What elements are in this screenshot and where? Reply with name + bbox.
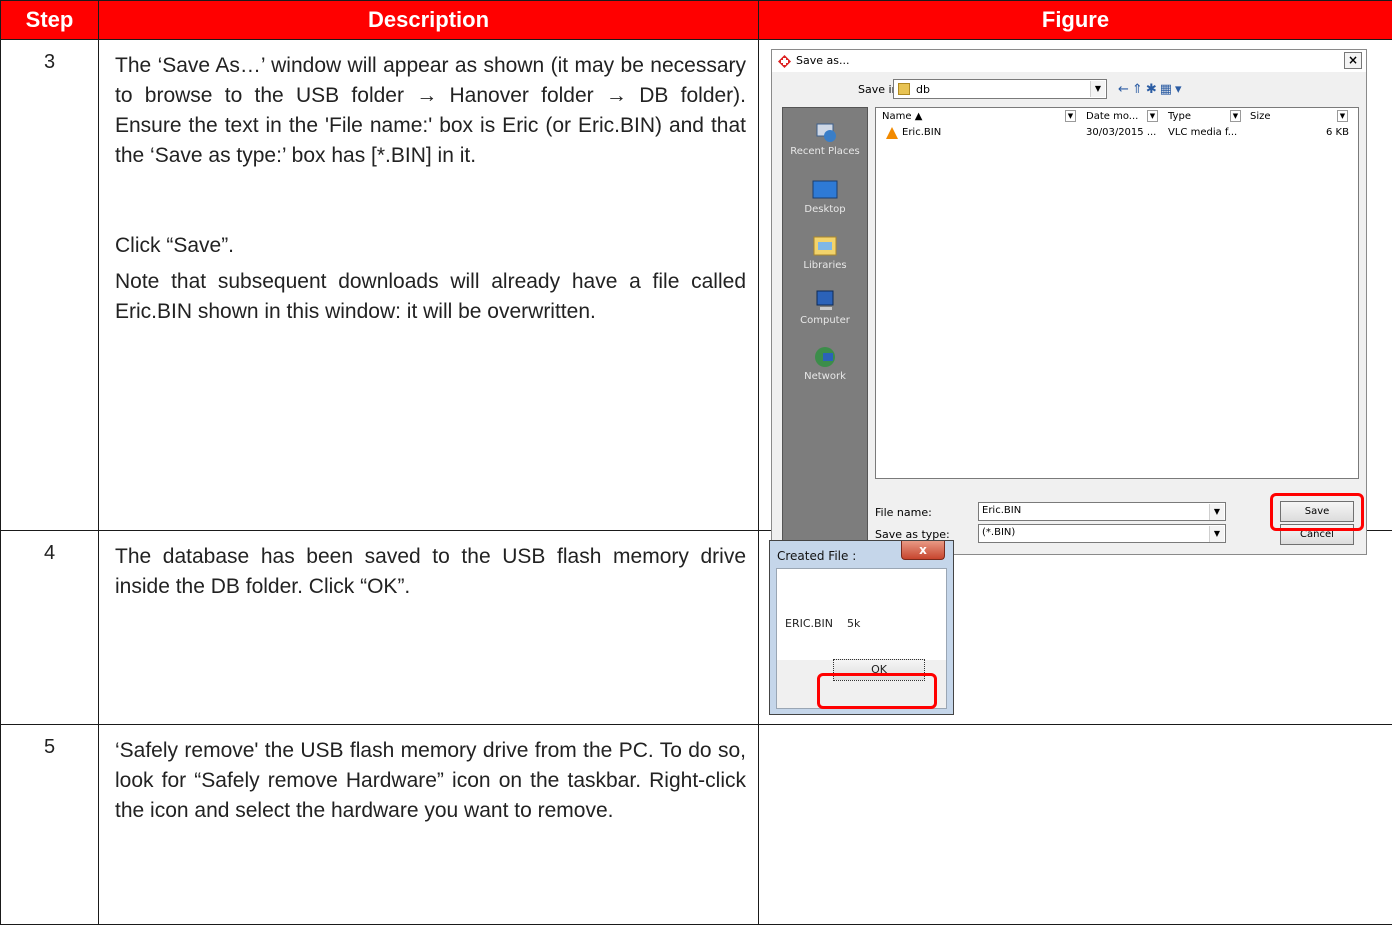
network-icon <box>815 347 835 367</box>
places-bar: Recent Places Desktop Libraries Computer <box>782 107 868 544</box>
message-area: ERIC.BIN 5k <box>777 569 946 660</box>
file-list: Name ▲ ▼ Date mo... ▼ Type ▼ Size ▼ Eric… <box>875 107 1359 479</box>
vlc-file-icon <box>886 127 898 139</box>
step-number: 3 <box>0 39 99 531</box>
save-in-value: db <box>916 83 930 96</box>
recent-places-icon <box>816 123 836 142</box>
column-header-size[interactable]: Size <box>1250 111 1271 122</box>
table-row-step-4: 4 The database has been saved to the USB… <box>0 530 1392 725</box>
step-number: 4 <box>0 530 99 725</box>
chevron-down-icon[interactable]: ▼ <box>1090 81 1105 97</box>
place-network[interactable]: Network <box>783 345 867 382</box>
close-button[interactable]: × <box>1344 52 1362 69</box>
place-label: Libraries <box>803 260 847 271</box>
column-dropdown[interactable]: ▼ <box>1065 110 1076 122</box>
file-type: VLC media f... <box>1168 127 1238 138</box>
place-label: Desktop <box>804 204 846 215</box>
column-header-type[interactable]: Type <box>1168 111 1191 122</box>
column-label: Name <box>882 111 912 122</box>
file-name-field[interactable]: Eric.BIN ▼ <box>978 502 1226 521</box>
close-button[interactable]: x <box>901 541 945 560</box>
header-figure: Figure <box>758 0 1392 40</box>
header-description: Description <box>98 0 759 40</box>
description-paragraph: ‘Safely remove' the USB flash memory dri… <box>115 739 746 822</box>
column-dropdown[interactable]: ▼ <box>1230 110 1241 122</box>
place-desktop[interactable]: Desktop <box>783 178 867 215</box>
file-date: 30/03/2015 ... <box>1086 127 1157 138</box>
folder-icon <box>898 83 910 95</box>
figure-cell-empty <box>758 724 1392 925</box>
file-name: Eric.BIN <box>902 127 942 138</box>
description-paragraph: The database has been saved to the USB f… <box>115 545 746 598</box>
ok-highlight <box>817 673 937 709</box>
created-file-title: Created File : <box>777 549 857 563</box>
file-name-label: File name: <box>875 506 932 519</box>
description-paragraph: Click “Save”. <box>115 234 235 257</box>
file-name-value: Eric.BIN <box>982 505 1022 516</box>
header-step: Step <box>0 0 99 40</box>
folder-toolbar: ←⇑✱▦▾ <box>1118 82 1185 97</box>
description-paragraph: Note that subsequent downloads will alre… <box>115 270 746 323</box>
save-as-titlebar: Save as... × <box>772 50 1366 72</box>
new-folder-icon[interactable]: ✱ <box>1146 82 1160 97</box>
place-label: Recent Places <box>790 146 860 157</box>
column-header-name[interactable]: Name ▲ <box>882 111 922 122</box>
computer-icon <box>816 290 834 310</box>
step-description: The database has been saved to the USB f… <box>98 530 759 725</box>
save-in-dropdown[interactable]: db ▼ <box>893 79 1107 99</box>
back-icon[interactable]: ← <box>1118 82 1132 97</box>
column-header-date[interactable]: Date mo... <box>1086 111 1138 122</box>
description-paragraph: The ‘Save As…’ window will appear as sho… <box>115 54 746 167</box>
created-file-message: ERIC.BIN 5k <box>785 617 861 630</box>
libraries-icon <box>813 236 837 256</box>
save-as-window: Save as... × Save in: db ▼ ←⇑✱▦▾ Recent … <box>771 49 1367 555</box>
figure-cell: Save as... × Save in: db ▼ ←⇑✱▦▾ Recent … <box>758 39 1392 555</box>
place-label: Computer <box>800 315 850 326</box>
up-folder-icon[interactable]: ⇑ <box>1132 82 1146 97</box>
steps-table: Step Description Figure 3 The ‘Save As…’… <box>0 0 1392 925</box>
view-menu-icon[interactable]: ▦▾ <box>1160 82 1185 97</box>
app-icon <box>778 55 791 68</box>
file-size: 6 KB <box>1326 127 1349 138</box>
place-label: Network <box>804 371 846 382</box>
place-recent[interactable]: Recent Places <box>783 120 867 157</box>
chevron-down-icon[interactable]: ▼ <box>1209 504 1224 520</box>
place-computer[interactable]: Computer <box>783 289 867 326</box>
desktop-icon <box>812 180 838 199</box>
table-row-step-3: 3 The ‘Save As…’ window will appear as s… <box>0 39 1392 555</box>
place-libraries[interactable]: Libraries <box>783 234 867 271</box>
step-description: The ‘Save As…’ window will appear as sho… <box>98 39 759 531</box>
step-description: ‘Safely remove' the USB flash memory dri… <box>98 724 759 925</box>
step-number: 5 <box>0 724 99 925</box>
figure-cell: Created File : x ERIC.BIN 5k OK <box>758 530 1392 725</box>
column-dropdown[interactable]: ▼ <box>1337 110 1348 122</box>
table-header-row: Step Description Figure <box>0 0 1392 40</box>
save-as-title: Save as... <box>796 54 850 67</box>
column-dropdown[interactable]: ▼ <box>1147 110 1158 122</box>
table-row-step-5: 5 ‘Safely remove' the USB flash memory d… <box>0 724 1392 925</box>
save-highlight <box>1270 493 1364 531</box>
